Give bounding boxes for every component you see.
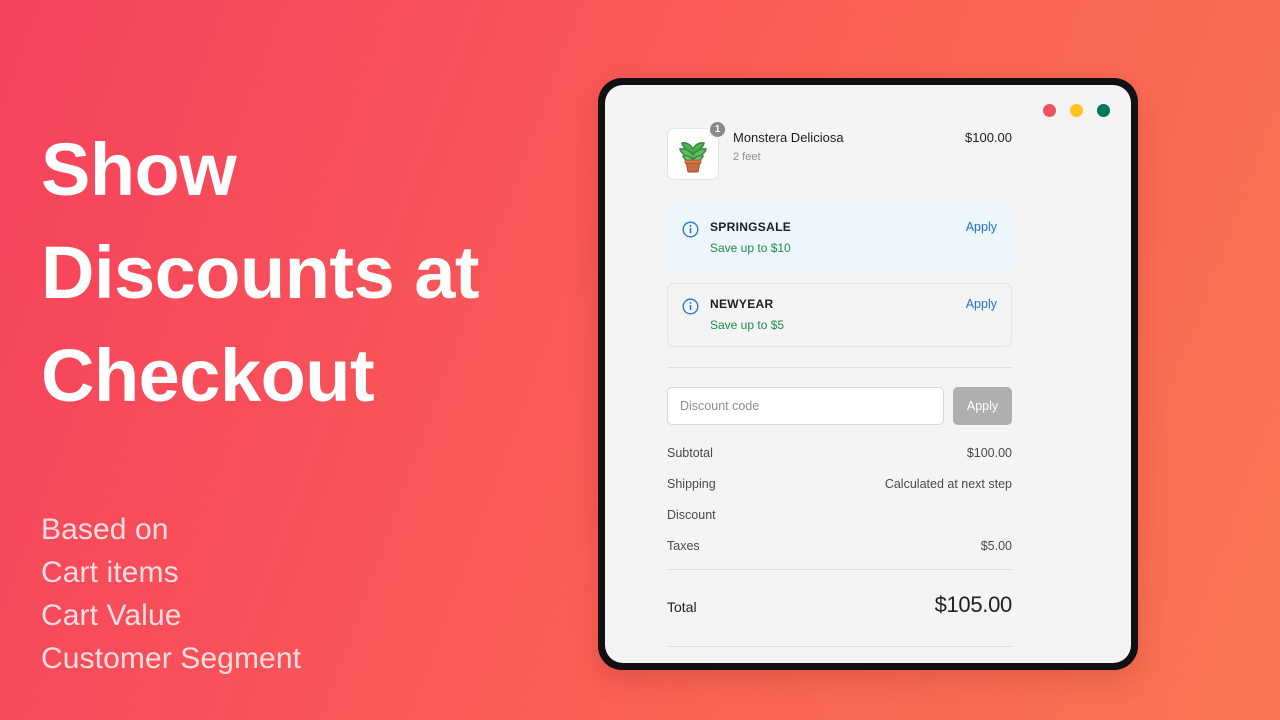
summary-row-discount: Discount bbox=[667, 507, 1012, 523]
summary-row-subtotal: Subtotal $100.00 bbox=[667, 445, 1012, 461]
maximize-button[interactable] bbox=[1097, 104, 1110, 117]
summary-row-taxes: Taxes $5.00 bbox=[667, 538, 1012, 554]
minimize-button[interactable] bbox=[1070, 104, 1083, 117]
section-divider bbox=[667, 367, 1012, 368]
bottom-rule bbox=[667, 646, 1012, 647]
apply-offer-link-newyear[interactable]: Apply bbox=[966, 297, 997, 312]
window-controls bbox=[1043, 104, 1110, 117]
total-value: $105.00 bbox=[934, 592, 1013, 617]
summary-divider bbox=[667, 569, 1012, 570]
discount-code-input[interactable] bbox=[667, 387, 944, 425]
apply-offer-link-springsale[interactable]: Apply bbox=[966, 220, 997, 235]
info-icon bbox=[682, 221, 699, 243]
subtitle-line-2: Cart items bbox=[41, 556, 179, 589]
hero-subtitle-list: Based on Cart items Cart Value Customer … bbox=[41, 508, 581, 680]
discount-offer-newyear[interactable]: NEWYEAR Save up to $5 Apply bbox=[667, 283, 1012, 347]
product-price: $100.00 bbox=[965, 130, 1012, 145]
summary-row-shipping: Shipping Calculated at next step bbox=[667, 476, 1012, 492]
apply-code-button[interactable]: Apply bbox=[953, 387, 1012, 425]
total-label: Total bbox=[667, 599, 697, 615]
order-summary: Subtotal $100.00 Shipping Calculated at … bbox=[667, 445, 1012, 647]
summary-value: $5.00 bbox=[980, 539, 1012, 553]
close-button[interactable] bbox=[1043, 104, 1056, 117]
offer-body: SPRINGSALE Save up to $10 bbox=[710, 220, 955, 256]
summary-value: $100.00 bbox=[966, 446, 1012, 460]
offer-savings: Save up to $10 bbox=[710, 241, 791, 255]
quantity-badge: 1 bbox=[708, 120, 727, 139]
offer-code: SPRINGSALE bbox=[710, 220, 792, 234]
checkout-panel: 1 Monstera Deliciosa 2 feet $100.00 SPRI… bbox=[667, 120, 1012, 647]
summary-value: Calculated at next step bbox=[884, 477, 1012, 491]
discount-code-row: Apply bbox=[667, 387, 1012, 425]
product-variant: 2 feet bbox=[733, 151, 761, 163]
headline-line-3: Checkout bbox=[41, 334, 375, 417]
offer-body: NEWYEAR Save up to $5 bbox=[710, 297, 955, 333]
subtitle-line-3: Cart Value bbox=[41, 599, 182, 632]
summary-label: Shipping bbox=[667, 477, 716, 491]
device-frame: 1 Monstera Deliciosa 2 feet $100.00 SPRI… bbox=[598, 78, 1138, 670]
cart-line-item: 1 Monstera Deliciosa 2 feet $100.00 bbox=[667, 120, 1012, 180]
page-title: Show Discounts at Checkout bbox=[41, 118, 581, 427]
discount-offer-springsale[interactable]: SPRINGSALE Save up to $10 Apply bbox=[667, 206, 1012, 270]
discount-offers-list: SPRINGSALE Save up to $10 Apply NEWYEAR … bbox=[667, 206, 1012, 347]
line-item-details: Monstera Deliciosa 2 feet $100.00 bbox=[733, 128, 1012, 164]
checkout-screen: 1 Monstera Deliciosa 2 feet $100.00 SPRI… bbox=[605, 85, 1131, 663]
product-thumbnail-wrap: 1 bbox=[667, 120, 727, 180]
offer-savings: Save up to $5 bbox=[710, 318, 785, 332]
headline-line-2: Discounts at bbox=[41, 231, 480, 314]
info-icon bbox=[682, 298, 699, 320]
hero-headline: Show Discounts at Checkout bbox=[41, 118, 581, 427]
summary-label: Taxes bbox=[667, 539, 700, 553]
subtitle-line-1: Based on bbox=[41, 513, 169, 546]
summary-label: Subtotal bbox=[667, 446, 713, 460]
product-name: Monstera Deliciosa bbox=[733, 130, 844, 145]
summary-label: Discount bbox=[667, 508, 716, 522]
summary-row-total: Total $105.00 bbox=[667, 592, 1012, 618]
headline-line-1: Show bbox=[41, 128, 237, 211]
subtitle-line-4: Customer Segment bbox=[41, 642, 302, 675]
offer-code: NEWYEAR bbox=[710, 297, 774, 311]
